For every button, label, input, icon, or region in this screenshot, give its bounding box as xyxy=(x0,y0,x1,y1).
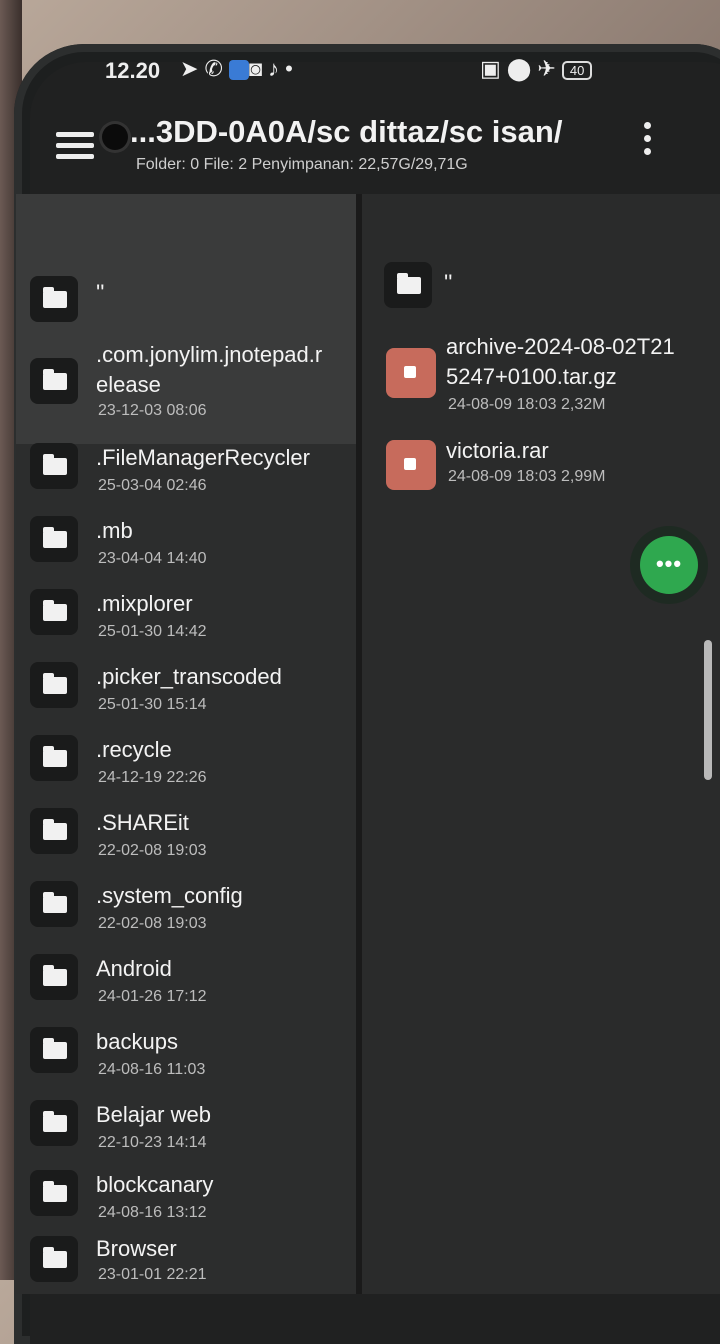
folder-icon xyxy=(30,881,78,927)
item-meta: 24-08-16 11:03 xyxy=(98,1061,206,1078)
storage-info: Folder: 0 File: 2 Penyimpanan: 22,57G/29… xyxy=(136,156,468,173)
archive-icon xyxy=(386,440,436,490)
folder-icon xyxy=(30,735,78,781)
item-meta: 24-01-26 17:12 xyxy=(98,988,207,1005)
dot-icon: • xyxy=(285,56,299,81)
item-name: .com.jonylim.jnotepad.r xyxy=(96,342,323,367)
folder-icon xyxy=(30,662,78,708)
item-name: backups xyxy=(96,1029,178,1054)
folder-icon xyxy=(30,358,78,404)
music-icon: ♪ xyxy=(268,56,286,81)
instagram-icon: ◙ xyxy=(248,56,269,81)
whatsapp-icon: ✆ xyxy=(204,56,229,81)
item-name: .mixplorer xyxy=(96,591,193,616)
item-meta: 24-12-19 22:26 xyxy=(98,769,207,786)
status-time: 12.20 xyxy=(105,58,161,83)
battery-icon: 40 xyxy=(561,60,593,80)
folder-icon xyxy=(30,516,78,562)
item-meta: 22-02-08 19:03 xyxy=(98,842,207,859)
folder-icon xyxy=(30,276,78,322)
airplane-icon: ✈ xyxy=(537,56,562,81)
right-pane: '' archive-2024-08-02T21 5247+0100.tar.g… xyxy=(362,194,720,1294)
facebook-icon xyxy=(228,60,249,81)
archive-icon xyxy=(386,348,436,398)
nfc-icon: ▣ xyxy=(480,56,507,81)
folder-icon xyxy=(30,954,78,1000)
location-icon: ⬤ xyxy=(506,56,538,81)
status-bar: 12.20 ➤✆ ◙♪• ▣⬤✈ 40 xyxy=(0,50,720,90)
folder-icon xyxy=(30,1100,78,1146)
folder-icon xyxy=(30,808,78,854)
item-name: Browser xyxy=(96,1236,177,1261)
item-name: Android xyxy=(96,956,172,981)
folder-icon xyxy=(30,589,78,635)
more-icon: ••• xyxy=(655,551,683,576)
parent-folder-label: '' xyxy=(96,280,105,305)
scrollbar[interactable] xyxy=(704,640,712,780)
item-name-cont: elease xyxy=(96,372,161,397)
folder-icon xyxy=(30,1170,78,1216)
parent-folder-label: '' xyxy=(444,270,453,295)
item-meta: 24-08-09 18:03 2,99M xyxy=(448,468,606,485)
item-meta: 23-12-03 08:06 xyxy=(98,402,207,419)
left-pane: '' .com.jonylim.jnotepad.r elease 23-12-… xyxy=(16,194,356,1294)
item-name: .picker_transcoded xyxy=(96,664,282,689)
item-meta: 25-03-04 02:46 xyxy=(98,477,207,494)
current-path[interactable]: ...3DD-0A0A/sc dittaz/sc isan/ xyxy=(130,114,562,150)
item-meta: 22-02-08 19:03 xyxy=(98,915,207,932)
telegram-icon: ➤ xyxy=(180,56,205,81)
folder-icon xyxy=(30,1236,78,1282)
item-name: Belajar web xyxy=(96,1102,211,1127)
item-name-cont: 5247+0100.tar.gz xyxy=(446,364,617,389)
item-meta: 23-01-01 22:21 xyxy=(98,1266,207,1283)
item-meta: 25-01-30 15:14 xyxy=(98,696,207,713)
app-toolbar: ...3DD-0A0A/sc dittaz/sc isan/ Folder: 0… xyxy=(0,110,720,190)
item-name: .recycle xyxy=(96,737,172,762)
folder-icon xyxy=(30,1027,78,1073)
notification-icons: ➤✆ ◙♪• xyxy=(180,56,299,82)
item-name: .system_config xyxy=(96,883,243,908)
overflow-menu-icon[interactable] xyxy=(640,122,654,162)
item-meta: 24-08-09 18:03 2,32M xyxy=(448,396,606,413)
item-name: archive-2024-08-02T21 xyxy=(446,334,675,359)
item-name: .FileManagerRecycler xyxy=(96,445,310,470)
item-name: victoria.rar xyxy=(446,438,549,463)
system-icons: ▣⬤✈ 40 xyxy=(480,56,593,82)
item-meta: 23-04-04 14:40 xyxy=(98,550,207,567)
item-meta: 24-08-16 13:12 xyxy=(98,1204,207,1221)
folder-icon xyxy=(30,443,78,489)
item-meta: 22-10-23 14:14 xyxy=(98,1134,207,1151)
floating-action-button[interactable]: ••• xyxy=(640,536,698,594)
folder-icon xyxy=(384,262,432,308)
item-name: .mb xyxy=(96,518,133,543)
item-name: blockcanary xyxy=(96,1172,214,1197)
item-name: .SHAREit xyxy=(96,810,189,835)
item-meta: 25-01-30 14:42 xyxy=(98,623,207,640)
hamburger-menu-icon[interactable] xyxy=(56,132,94,164)
